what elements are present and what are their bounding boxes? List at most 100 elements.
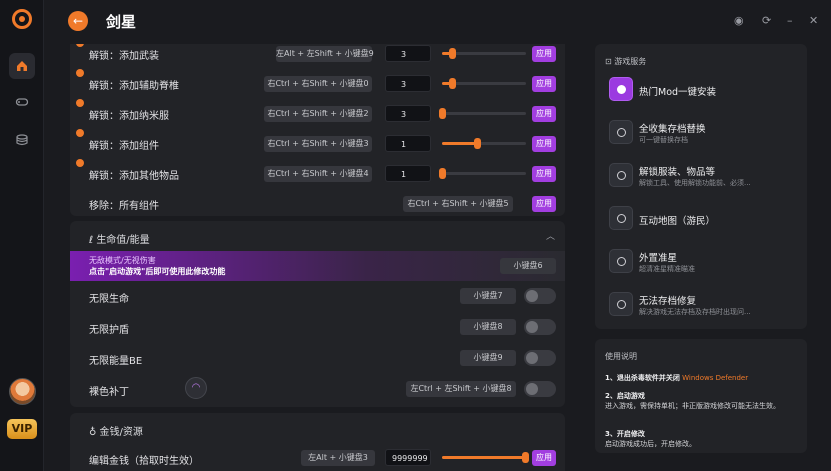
value-input[interactable]: 3 bbox=[385, 105, 431, 122]
gamepad-icon[interactable] bbox=[9, 89, 35, 115]
service-item[interactable]: 全收集存档替换 可一键替换存档 bbox=[607, 117, 802, 149]
slider-handle[interactable] bbox=[522, 452, 529, 463]
hotkey-badge: 右Ctrl + 右Shift + 小键盘5 bbox=[403, 196, 513, 212]
cheat-row: 裸色补丁 左Ctrl + 左Shift + 小键盘8 bbox=[70, 374, 565, 405]
hotkey-badge: 右Ctrl + 右Shift + 小键盘0 bbox=[264, 76, 372, 92]
chevron-up-icon[interactable]: ︿ bbox=[546, 229, 555, 242]
refresh-icon[interactable]: ⟳ bbox=[762, 14, 771, 27]
repair-icon bbox=[609, 292, 633, 316]
toggle-switch[interactable] bbox=[524, 381, 556, 397]
service-name: 全收集存档替换 bbox=[639, 124, 706, 135]
avatar[interactable] bbox=[9, 378, 36, 405]
hotkey-badge: 右Ctrl + 右Shift + 小键盘2 bbox=[264, 106, 372, 122]
service-item[interactable]: 无法存档修复 解决游戏无法存档及存档时出现问... bbox=[607, 289, 802, 321]
service-item[interactable]: 热门Mod一键安装 bbox=[607, 74, 802, 106]
cheat-row: 无限能量BE 小键盘9 bbox=[70, 343, 565, 374]
value-slider[interactable] bbox=[442, 138, 526, 149]
map-icon bbox=[609, 206, 633, 230]
cheat-label: 解锁：添加辅助脊椎 bbox=[89, 81, 179, 92]
service-name: 互动地图（游民） bbox=[639, 216, 716, 227]
value-slider[interactable] bbox=[439, 108, 526, 119]
crosshair-icon bbox=[609, 249, 633, 273]
section-title: 生命值/能量 bbox=[96, 235, 150, 246]
info-icon[interactable] bbox=[76, 44, 84, 47]
info-icon[interactable] bbox=[76, 69, 84, 77]
value-input[interactable]: 9999999 bbox=[385, 449, 431, 466]
service-item[interactable]: 外置准星 超清准星精准瞄准 bbox=[607, 246, 802, 278]
cheat-row: 解锁：添加其他物品 右Ctrl + 右Shift + 小键盘4 1 应用 bbox=[70, 158, 565, 189]
apply-button[interactable]: 应用 bbox=[532, 196, 556, 212]
value-input[interactable]: 1 bbox=[385, 135, 431, 152]
slider-handle[interactable] bbox=[439, 168, 446, 179]
home-icon[interactable] bbox=[9, 53, 35, 79]
info-icon[interactable] bbox=[76, 159, 84, 167]
service-item[interactable]: 解锁服装、物品等 解锁工具、使用解锁功能前、必须... bbox=[607, 160, 802, 192]
value-input[interactable]: 3 bbox=[385, 45, 431, 62]
hotkey-badge: 小键盘8 bbox=[460, 319, 516, 335]
banner-title: 无敌模式/无视伤害 bbox=[89, 256, 156, 265]
hotkey-badge: 左Ctrl + 左Shift + 小键盘8 bbox=[406, 381, 516, 397]
support-headset-icon[interactable]: ◠ bbox=[185, 377, 207, 399]
cheat-label: 裸色补丁 bbox=[89, 387, 129, 398]
value-slider[interactable] bbox=[442, 452, 529, 463]
left-rail: VIP bbox=[0, 0, 44, 471]
cheat-label: 无限生命 bbox=[89, 294, 129, 305]
usage-title: 使用说明 bbox=[605, 352, 637, 361]
apply-button[interactable]: 应用 bbox=[532, 166, 556, 182]
cheat-row: 编辑金钱（拾取时生效） 左Alt + 小键盘3 9999999 应用 bbox=[70, 443, 565, 471]
value-slider[interactable] bbox=[442, 48, 526, 59]
vip-badge[interactable]: VIP bbox=[7, 419, 37, 439]
usage-step: 2、启动游戏 进入游戏，需保持单机；非正版游戏修改可能无法生效。 bbox=[605, 392, 780, 410]
service-desc: 可一键替换存档 bbox=[639, 136, 688, 144]
toggle-switch[interactable] bbox=[524, 319, 556, 335]
database-icon[interactable] bbox=[9, 127, 35, 153]
service-item[interactable]: 互动地图（游民） bbox=[607, 203, 802, 235]
apply-button[interactable]: 应用 bbox=[532, 450, 556, 466]
cheat-row: 解锁：添加辅助脊椎 右Ctrl + 右Shift + 小键盘0 3 应用 bbox=[70, 68, 565, 99]
minimize-button[interactable]: – bbox=[787, 14, 793, 27]
service-desc: 超清准星精准瞄准 bbox=[639, 265, 695, 273]
section-title: 金钱/资源 bbox=[99, 427, 143, 438]
unlock-section: 解锁：添加武装 左Alt + 左Shift + 小键盘9 3 应用 解锁：添加辅助脊椎右… bbox=[70, 44, 565, 216]
slider-handle[interactable] bbox=[474, 138, 482, 149]
info-icon[interactable] bbox=[76, 129, 84, 137]
value-input[interactable]: 3 bbox=[385, 75, 431, 92]
hotkey-badge: 左Alt + 小键盘3 bbox=[301, 450, 375, 466]
cheat-row: 解锁：添加纳米服 右Ctrl + 右Shift + 小键盘2 3 应用 bbox=[70, 98, 565, 129]
apply-button[interactable]: 应用 bbox=[532, 106, 556, 122]
apply-button[interactable]: 应用 bbox=[532, 46, 556, 62]
hotkey-badge: 小键盘6 bbox=[500, 258, 556, 274]
usage-step: 1、退出杀毒软件并关闭 Windows Defender bbox=[605, 374, 749, 382]
section-header[interactable]: ℓ 生命值/能量 ︿ bbox=[70, 221, 565, 251]
section-header[interactable]: ♁ 金钱/资源 bbox=[70, 413, 565, 443]
service-name: 无法存档修复 bbox=[639, 296, 697, 307]
slider-handle[interactable] bbox=[449, 48, 457, 59]
money-bag-icon: ♁ bbox=[89, 427, 100, 438]
slider-handle[interactable] bbox=[439, 108, 446, 119]
apply-button[interactable]: 应用 bbox=[532, 76, 556, 92]
banner-hint: 点击"启动游戏"后即可使用此修改功能 bbox=[89, 267, 226, 276]
services-panel: ⊡ 游戏服务 热门Mod一键安装 全收集存档替换 可一键替换存档 解锁服装、物品等 解锁… bbox=[595, 44, 807, 329]
value-input[interactable]: 1 bbox=[385, 165, 431, 182]
toggle-switch[interactable] bbox=[524, 350, 556, 366]
cheat-row: 解锁：添加武装 左Alt + 左Shift + 小键盘9 3 应用 bbox=[70, 44, 565, 69]
service-name: 解锁服装、物品等 bbox=[639, 167, 716, 178]
value-slider[interactable] bbox=[439, 168, 526, 179]
health-section: ℓ 生命值/能量 ︿ 无敌模式/无视伤害 点击"启动游戏"后即可使用此修改功能 … bbox=[70, 221, 565, 407]
cheat-label: 移除：所有组件 bbox=[89, 201, 159, 212]
value-slider[interactable] bbox=[442, 78, 526, 89]
cheat-label: 编辑金钱（拾取时生效） bbox=[89, 456, 199, 467]
cheat-list: 解锁：添加武装 左Alt + 左Shift + 小键盘9 3 应用 解锁：添加辅助脊椎右… bbox=[70, 44, 565, 471]
close-button[interactable]: ✕ bbox=[809, 14, 818, 27]
god-mode-banner: 无敌模式/无视伤害 点击"启动游戏"后即可使用此修改功能 小键盘6 bbox=[70, 251, 565, 281]
info-icon[interactable] bbox=[76, 99, 84, 107]
unlock-icon bbox=[609, 163, 633, 187]
hotkey-badge: 左Alt + 左Shift + 小键盘9 bbox=[276, 46, 374, 62]
hotkey-badge: 小键盘7 bbox=[460, 288, 516, 304]
cheat-label: 解锁：添加其他物品 bbox=[89, 171, 179, 182]
toggle-switch[interactable] bbox=[524, 288, 556, 304]
record-icon[interactable]: ◉ bbox=[734, 14, 744, 27]
back-button[interactable]: ← bbox=[68, 11, 88, 31]
apply-button[interactable]: 应用 bbox=[532, 136, 556, 152]
slider-handle[interactable] bbox=[449, 78, 457, 89]
